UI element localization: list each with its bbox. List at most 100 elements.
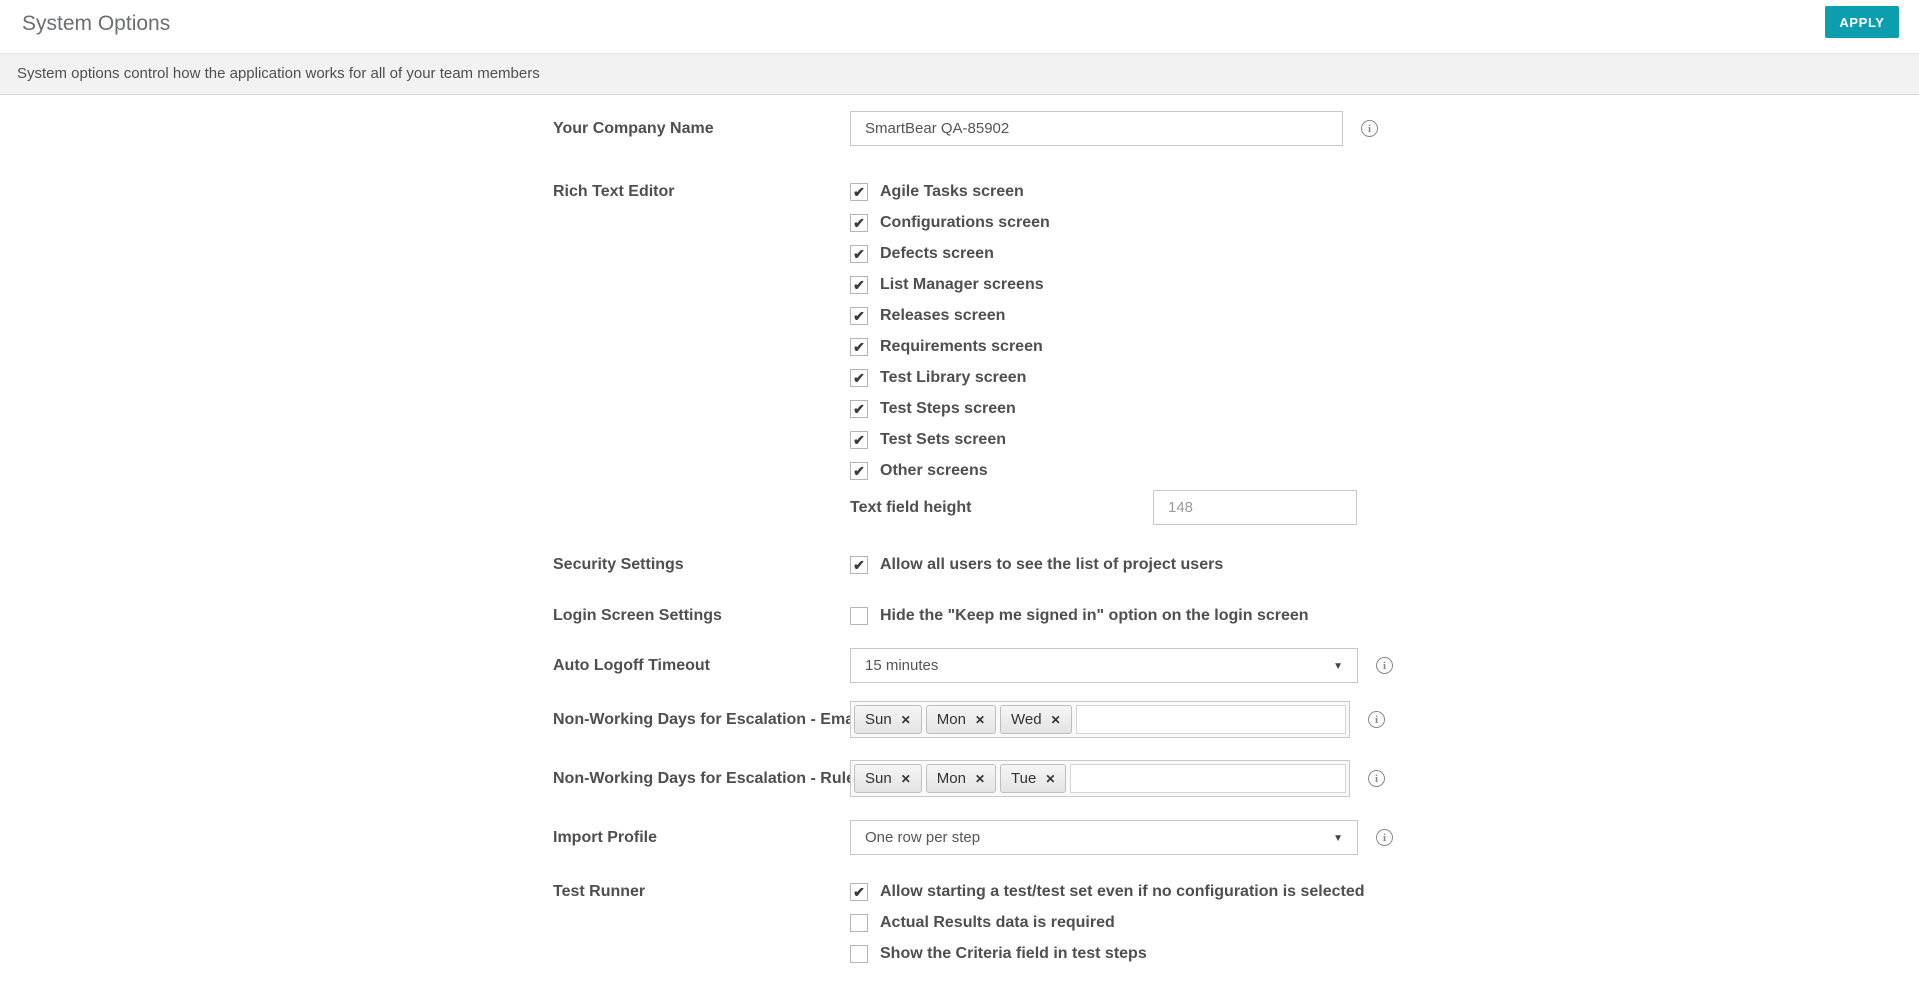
checkbox-defects[interactable]: ✔ [850,244,868,263]
field-row-security-settings: Security Settings ✔ Allow all users to s… [553,549,1919,580]
info-icon[interactable]: i [1376,657,1393,674]
checkbox-row-test-steps: ✔ Test Steps screen [850,393,1357,424]
checkbox-row-test-sets: ✔ Test Sets screen [850,424,1357,455]
close-icon[interactable]: ✕ [975,772,985,786]
check-icon: ✔ [853,183,865,200]
field-row-text-field-height: Text field height [850,490,1357,525]
checkbox-test-steps[interactable]: ✔ [850,399,868,418]
checkbox-label: Defects screen [880,244,994,262]
close-icon[interactable]: ✕ [1045,772,1055,786]
check-icon: ✔ [853,338,865,355]
checkbox-label: Other screens [880,461,988,479]
checkbox-label: Allow starting a test/test set even if n… [880,882,1365,900]
checkbox-label: Hide the "Keep me signed in" option on t… [880,606,1309,624]
checkbox-hide-keep-signed-in[interactable]: ✔ [850,606,868,625]
field-row-escalation-rules: Non-Working Days for Escalation - Rules … [553,760,1919,797]
close-icon[interactable]: ✕ [1051,713,1061,727]
checkbox-list-manager[interactable]: ✔ [850,275,868,294]
checkbox-row-requirements: ✔ Requirements screen [850,331,1357,362]
tag-label: Sun [865,711,892,728]
escalation-rules-label: Non-Working Days for Escalation - Rules … [553,769,850,787]
close-icon[interactable]: ✕ [975,713,985,727]
checkbox-other-screens[interactable]: ✔ [850,461,868,480]
chevron-down-icon: ▼ [1333,833,1343,844]
tag-mon: Mon ✕ [925,705,997,734]
checkbox-row-actual-results-required: ✔ Actual Results data is required [850,907,1365,938]
checkbox-row-defects: ✔ Defects screen [850,238,1357,269]
chevron-down-icon: ▼ [1333,661,1343,672]
checkbox-allow-all-users[interactable]: ✔ [850,555,868,574]
checkbox-configurations[interactable]: ✔ [850,213,868,232]
check-icon: ✔ [853,276,865,293]
tag-label: Tue [1011,770,1037,787]
tag-label: Mon [936,711,966,728]
checkbox-requirements[interactable]: ✔ [850,337,868,356]
checkbox-actual-results-required[interactable]: ✔ [850,913,868,932]
checkbox-row-list-manager: ✔ List Manager screens [850,269,1357,300]
field-row-import-profile: Import Profile One row per step ▼ i [553,820,1919,855]
escalation-rules-tags[interactable]: Sun ✕ Mon ✕ Tue ✕ [850,760,1350,797]
checkbox-allow-start-no-config[interactable]: ✔ [850,882,868,901]
rich-text-editor-options: ✔ Agile Tasks screen ✔ Configurations sc… [850,176,1357,525]
tag-label: Sun [865,770,892,787]
field-row-test-runner: Test Runner ✔ Allow starting a test/test… [553,876,1919,969]
field-row-company-name: Your Company Name i [553,111,1919,146]
checkbox-label: Requirements screen [880,337,1043,355]
checkbox-agile-tasks[interactable]: ✔ [850,182,868,201]
import-profile-label: Import Profile [553,828,658,846]
close-icon[interactable]: ✕ [901,713,911,727]
check-icon: ✔ [853,462,865,479]
checkbox-test-sets[interactable]: ✔ [850,430,868,449]
info-icon[interactable]: i [1376,829,1393,846]
auto-logoff-label: Auto Logoff Timeout [553,656,710,674]
company-name-label: Your Company Name [553,119,714,137]
page-title: System Options [22,12,171,35]
check-icon: ✔ [853,556,865,573]
info-icon[interactable]: i [1368,770,1385,787]
import-profile-select[interactable]: One row per step ▼ [850,820,1358,855]
escalation-email-tag-input[interactable] [1075,705,1346,734]
check-icon: ✔ [853,307,865,324]
checkbox-row-agile-tasks: ✔ Agile Tasks screen [850,176,1357,207]
checkbox-test-library[interactable]: ✔ [850,368,868,387]
import-profile-selected-value: One row per step [865,829,981,846]
system-options-form: Your Company Name i Rich Text Editor ✔ A… [0,95,1919,969]
escalation-rules-tag-input[interactable] [1070,764,1346,793]
apply-button[interactable]: APPLY [1825,6,1899,38]
check-icon: ✔ [853,369,865,386]
login-screen-settings-label: Login Screen Settings [553,606,722,624]
tag-sun: Sun ✕ [854,764,922,793]
security-settings-label: Security Settings [553,555,684,573]
field-row-auto-logoff: Auto Logoff Timeout 15 minutes ▼ i [553,648,1919,683]
checkbox-show-criteria-field[interactable]: ✔ [850,944,868,963]
check-icon: ✔ [853,431,865,448]
field-row-rich-text-editor: Rich Text Editor ✔ Agile Tasks screen ✔ … [553,176,1919,525]
page-header: System Options APPLY [0,0,1919,54]
text-field-height-input[interactable] [1153,490,1357,525]
escalation-email-tags[interactable]: Sun ✕ Mon ✕ Wed ✕ [850,701,1350,738]
tag-label: Mon [936,770,966,787]
auto-logoff-select[interactable]: 15 minutes ▼ [850,648,1358,683]
escalation-email-label: Non-Working Days for Escalation - Email [553,710,850,728]
close-icon[interactable]: ✕ [901,772,911,786]
checkbox-label: Allow all users to see the list of proje… [880,555,1224,573]
check-icon: ✔ [853,214,865,231]
checkbox-row-allow-all-users: ✔ Allow all users to see the list of pro… [850,549,1223,580]
field-row-escalation-email: Non-Working Days for Escalation - Email … [553,701,1919,738]
checkbox-label: Show the Criteria field in test steps [880,944,1147,962]
rich-text-editor-label: Rich Text Editor [553,183,675,200]
info-icon[interactable]: i [1368,711,1385,728]
check-icon: ✔ [853,245,865,262]
company-name-input[interactable] [850,111,1343,146]
checkbox-row-configurations: ✔ Configurations screen [850,207,1357,238]
tag-tue: Tue ✕ [1000,764,1067,793]
checkbox-label: Test Steps screen [880,399,1016,417]
checkbox-label: Configurations screen [880,213,1050,231]
info-icon[interactable]: i [1361,120,1378,137]
tag-label: Wed [1011,711,1042,728]
checkbox-releases[interactable]: ✔ [850,306,868,325]
text-field-height-label: Text field height [850,498,972,516]
tag-mon: Mon ✕ [925,764,997,793]
checkbox-row-allow-start-no-config: ✔ Allow starting a test/test set even if… [850,876,1365,907]
checkbox-row-hide-keep-signed-in: ✔ Hide the "Keep me signed in" option on… [850,600,1309,631]
